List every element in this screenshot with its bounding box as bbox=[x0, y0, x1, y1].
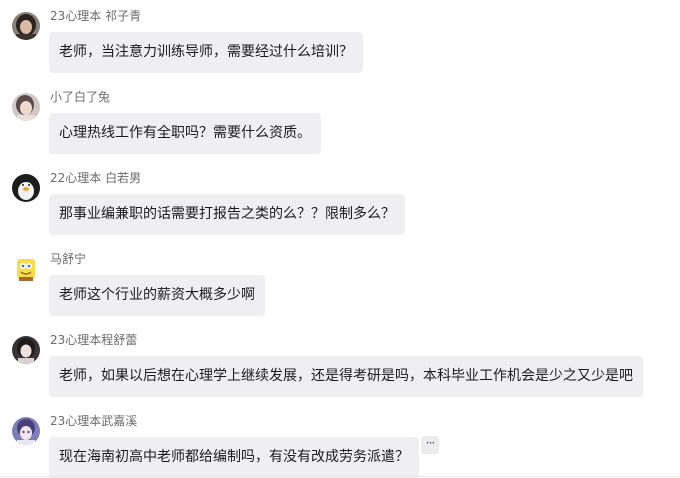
sender-name: 马舒宁 bbox=[50, 252, 87, 266]
sender-name: 小了白了兔 bbox=[50, 90, 111, 104]
avatar[interactable] bbox=[12, 417, 40, 445]
sender-name: 23心理本程舒蕾 bbox=[50, 333, 138, 347]
chat-message-list: 23心理本 祁子青 老师，当注意力训练导师，需要经过什么培训？ 小了白了兔 心理… bbox=[0, 0, 680, 478]
message-bubble: 老师这个行业的薪资大概多少啊 bbox=[49, 275, 265, 316]
message-bubble: 老师，如果以后想在心理学上继续发展，还是得考研是吗，本科毕业工作机会是少之又少是… bbox=[49, 356, 643, 397]
message-bubble: 心理热线工作有全职吗？需要什么资质。 bbox=[49, 113, 321, 154]
sender-name: 23心理本 祁子青 bbox=[50, 9, 142, 23]
sender-name: 22心理本 白若男 bbox=[50, 171, 142, 185]
message-bubble: 现在海南初高中老师都给编制吗，有没有改成劳务派遣？ bbox=[49, 437, 419, 478]
more-options-button[interactable]: ··· bbox=[421, 436, 439, 454]
message-bubble: 那事业编兼职的话需要打报告之类的么？？限制多么？ bbox=[49, 194, 405, 235]
avatar[interactable] bbox=[12, 93, 40, 121]
message-bubble: 老师，当注意力训练导师，需要经过什么培训？ bbox=[49, 32, 363, 73]
avatar[interactable] bbox=[12, 255, 40, 283]
avatar[interactable] bbox=[12, 12, 40, 40]
avatar[interactable] bbox=[12, 336, 40, 364]
avatar[interactable] bbox=[12, 174, 40, 202]
sender-name: 23心理本武嘉溪 bbox=[50, 414, 138, 428]
